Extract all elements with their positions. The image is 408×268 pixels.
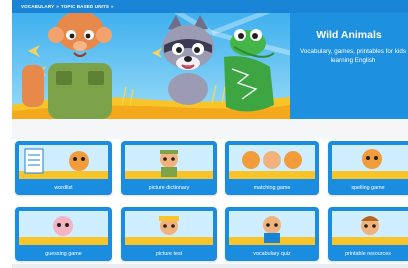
activity-tile-matching-game[interactable]: matching game [225, 141, 319, 195]
activity-tile-picture-dictionary[interactable]: picture dictionary [121, 141, 217, 195]
tile-label: guessing game [45, 251, 82, 257]
printable-resources-thumbnail [332, 211, 408, 245]
activity-tile-printable-resources[interactable]: printable resources [328, 207, 408, 261]
bottom-strip [12, 264, 408, 268]
tile-label: wordlist [54, 185, 73, 191]
activity-tile-guessing-game[interactable]: guessing game [15, 207, 112, 261]
activity-tile-picture-test[interactable]: picture test [121, 207, 217, 261]
guessing-game-thumbnail [19, 211, 108, 245]
tile-label: spelling game [351, 185, 385, 191]
activity-tile-wordlist[interactable]: wordlist [15, 141, 112, 195]
matching-game-thumbnail [229, 145, 315, 179]
tile-label: picture dictionary [148, 185, 190, 191]
picture-test-thumbnail [125, 211, 213, 245]
tile-label: picture test [155, 251, 183, 257]
activity-tile-vocabulary-quiz[interactable]: vocabulary quiz [225, 207, 319, 261]
activity-grid: wordlist picture dictionary matching gam… [0, 0, 408, 268]
tile-label: matching game [253, 185, 291, 191]
picture-dictionary-thumbnail [125, 145, 213, 179]
tile-label: vocabulary quiz [253, 251, 291, 257]
tile-label: printable resources [345, 251, 391, 257]
wordlist-thumbnail [19, 145, 108, 179]
spelling-game-thumbnail [332, 145, 408, 179]
vocabulary-quiz-thumbnail [229, 211, 315, 245]
activity-tile-spelling-game[interactable]: spelling game [328, 141, 408, 195]
